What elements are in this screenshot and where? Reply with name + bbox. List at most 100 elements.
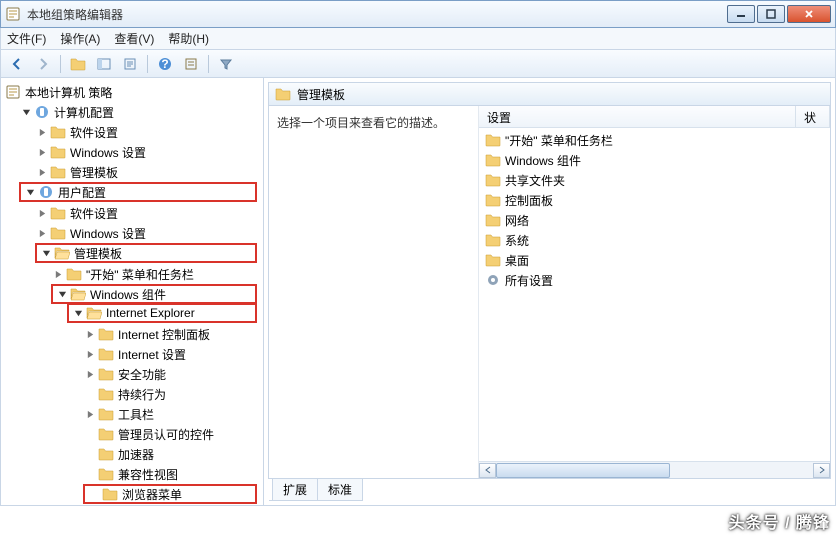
- column-state[interactable]: 状: [796, 106, 830, 127]
- folder-icon: [98, 466, 114, 482]
- folder-icon: [50, 225, 66, 241]
- tree-item[interactable]: 安全功能: [81, 364, 263, 384]
- tab-extended[interactable]: 扩展: [272, 479, 318, 501]
- tree-label: Internet 设置: [118, 346, 186, 363]
- menu-file[interactable]: 文件(F): [7, 30, 46, 47]
- folder-icon: [50, 205, 66, 221]
- expander-icon[interactable]: [37, 228, 48, 239]
- tree-item[interactable]: Windows 设置: [33, 223, 263, 243]
- description-column: 选择一个项目来查看它的描述。: [269, 106, 479, 478]
- expander-icon[interactable]: [37, 167, 48, 178]
- up-button[interactable]: [66, 53, 90, 75]
- scroll-left-button[interactable]: [479, 463, 496, 478]
- export-button[interactable]: [118, 53, 142, 75]
- tree-item[interactable]: 兼容性视图: [81, 464, 263, 484]
- gear-icon: [485, 272, 501, 288]
- tree-pane[interactable]: 本地计算机 策略 计算机配置 软件设置 Windows 设置 管理模板: [1, 78, 264, 505]
- config-icon: [34, 104, 50, 120]
- show-hide-tree-button[interactable]: [92, 53, 116, 75]
- tree-item[interactable]: Internet 控制面板: [81, 324, 263, 344]
- help-button[interactable]: ?: [153, 53, 177, 75]
- tree-item[interactable]: 加速器: [81, 444, 263, 464]
- tree-label: 计算机配置: [54, 104, 114, 121]
- list-item[interactable]: "开始" 菜单和任务栏: [479, 130, 830, 150]
- expander-icon[interactable]: [25, 187, 36, 198]
- list-label: 所有设置: [505, 272, 553, 289]
- list-item[interactable]: 控制面板: [479, 190, 830, 210]
- scroll-thumb[interactable]: [496, 463, 670, 478]
- list-header: 设置 状: [479, 106, 830, 128]
- expander-icon[interactable]: [41, 248, 52, 259]
- expander-icon[interactable]: [85, 329, 96, 340]
- minimize-button[interactable]: [727, 5, 755, 23]
- tree-item[interactable]: 管理员认可的控件: [81, 424, 263, 444]
- tree-item[interactable]: 持续行为: [81, 384, 263, 404]
- horizontal-scrollbar[interactable]: [479, 461, 830, 478]
- tree-root-label: 本地计算机 策略: [25, 84, 112, 101]
- menu-view[interactable]: 查看(V): [114, 30, 154, 47]
- tree-ie[interactable]: Internet Explorer: [67, 303, 257, 323]
- content-title: 管理模板: [297, 86, 345, 103]
- tree-item[interactable]: 软件设置: [33, 203, 263, 223]
- expander-icon[interactable]: [85, 369, 96, 380]
- folder-icon: [485, 152, 501, 168]
- filter-button[interactable]: [214, 53, 238, 75]
- tree-item[interactable]: "开始" 菜单和任务栏: [49, 264, 263, 284]
- folder-icon: [98, 366, 114, 382]
- back-button[interactable]: [5, 53, 29, 75]
- list-item[interactable]: 网络: [479, 210, 830, 230]
- menu-action[interactable]: 操作(A): [60, 30, 100, 47]
- tree-item[interactable]: 软件设置: [33, 122, 263, 142]
- tree-browser-menu[interactable]: 浏览器菜单: [83, 484, 257, 504]
- tree-label: Windows 组件: [90, 286, 166, 303]
- list-item[interactable]: 系统: [479, 230, 830, 250]
- list-body[interactable]: "开始" 菜单和任务栏 Windows 组件 共享文件夹 控制面板 网络 系统 …: [479, 128, 830, 461]
- svg-text:?: ?: [161, 57, 168, 71]
- column-setting[interactable]: 设置: [479, 106, 796, 127]
- list-item[interactable]: 桌面: [479, 250, 830, 270]
- list-item[interactable]: 共享文件夹: [479, 170, 830, 190]
- tree-root[interactable]: 本地计算机 策略: [1, 82, 263, 102]
- forward-button[interactable]: [31, 53, 55, 75]
- scroll-right-button[interactable]: [813, 463, 830, 478]
- expander-icon[interactable]: [21, 107, 32, 118]
- folder-icon: [98, 346, 114, 362]
- tree-item[interactable]: 管理模板: [33, 162, 263, 182]
- list-item[interactable]: Windows 组件: [479, 150, 830, 170]
- tab-standard[interactable]: 标准: [317, 479, 363, 501]
- tree-item[interactable]: Windows 设置: [33, 142, 263, 162]
- menu-help[interactable]: 帮助(H): [168, 30, 209, 47]
- tree-label: 软件设置: [70, 124, 118, 141]
- tree-label: 持续行为: [118, 386, 166, 403]
- list-item[interactable]: 所有设置: [479, 270, 830, 290]
- expander-icon[interactable]: [57, 289, 68, 300]
- folder-icon: [50, 144, 66, 160]
- folder-icon: [50, 164, 66, 180]
- tree-label: 软件设置: [70, 205, 118, 222]
- tree-item[interactable]: 工具栏: [81, 404, 263, 424]
- tree-label: Windows 设置: [70, 225, 146, 242]
- maximize-button[interactable]: [757, 5, 785, 23]
- tree-admin-templates[interactable]: 管理模板: [35, 243, 257, 263]
- expander-icon[interactable]: [85, 349, 96, 360]
- expander-icon[interactable]: [53, 269, 64, 280]
- tree-label: 安全功能: [118, 366, 166, 383]
- tree-computer-config[interactable]: 计算机配置: [17, 102, 263, 122]
- mmc-icon: [5, 84, 21, 100]
- folder-icon: [275, 86, 291, 102]
- expander-icon[interactable]: [37, 147, 48, 158]
- expander-icon[interactable]: [37, 127, 48, 138]
- expander-icon[interactable]: [37, 208, 48, 219]
- folder-open-icon: [70, 286, 86, 302]
- folder-icon: [50, 124, 66, 140]
- tree-label: 加速器: [118, 446, 154, 463]
- tree-windows-components[interactable]: Windows 组件: [51, 284, 257, 304]
- close-button[interactable]: [787, 5, 831, 23]
- tree-label: 浏览器菜单: [122, 486, 182, 503]
- menu-bar: 文件(F) 操作(A) 查看(V) 帮助(H): [0, 28, 836, 50]
- tree-user-config[interactable]: 用户配置: [19, 182, 257, 202]
- tree-item[interactable]: Internet 设置: [81, 344, 263, 364]
- expander-icon[interactable]: [85, 409, 96, 420]
- properties-button[interactable]: [179, 53, 203, 75]
- expander-icon[interactable]: [73, 308, 84, 319]
